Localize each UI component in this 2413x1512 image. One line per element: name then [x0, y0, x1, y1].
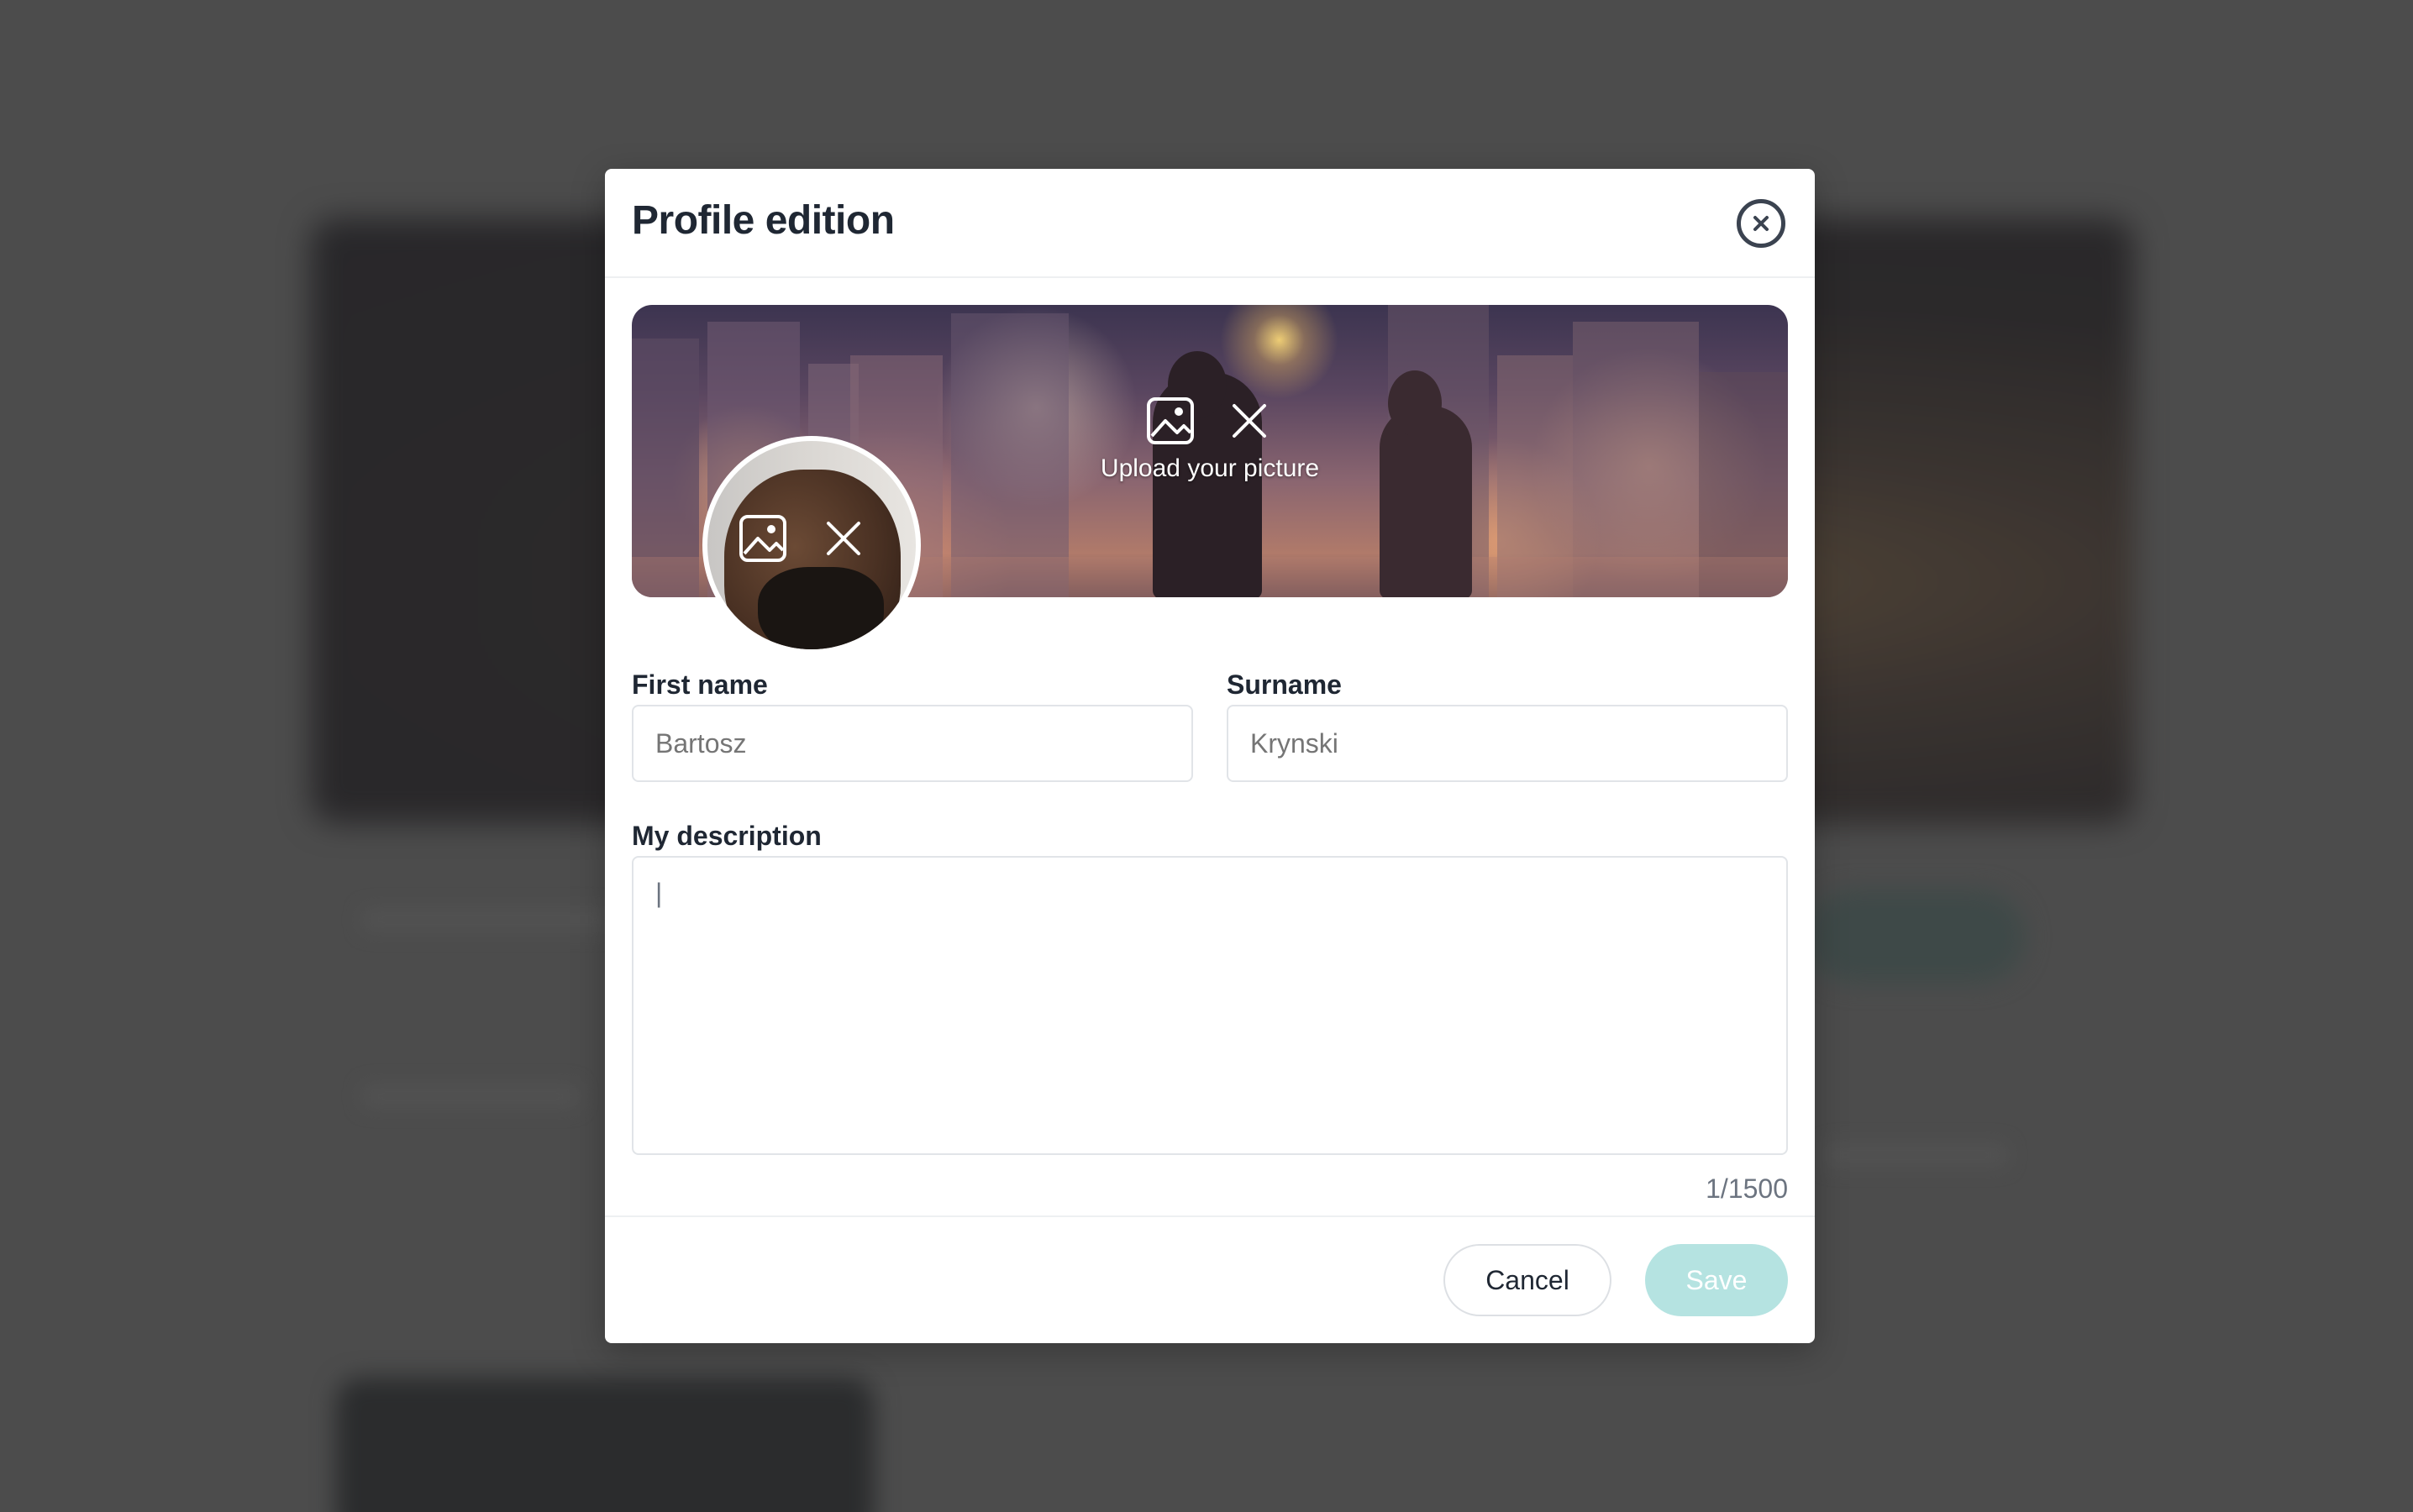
description-textarea[interactable]: |: [632, 856, 1788, 1155]
image-icon: [739, 515, 786, 562]
surname-input[interactable]: [1227, 705, 1788, 782]
close-icon: [1233, 404, 1266, 438]
modal-footer: Cancel Save: [605, 1215, 1815, 1343]
profile-edit-modal: Profile edition Upload your picture Firs…: [605, 169, 1815, 1343]
description-label: My description: [632, 821, 822, 851]
cover-image-person-head: [1388, 370, 1442, 436]
save-button[interactable]: Save: [1645, 1244, 1788, 1316]
close-modal-button[interactable]: [1737, 199, 1785, 248]
modal-title: Profile edition: [632, 198, 895, 243]
remove-cover-button[interactable]: [1224, 396, 1275, 446]
remove-avatar-button[interactable]: [818, 513, 869, 564]
upload-cover-caption: Upload your picture: [1100, 454, 1320, 482]
description-char-counter: 1/1500: [1706, 1173, 1788, 1204]
close-icon: [1753, 216, 1769, 231]
close-icon: [827, 522, 860, 555]
cover-image-controls: Upload your picture: [1100, 396, 1320, 483]
upload-cover-button[interactable]: [1145, 396, 1196, 446]
upload-avatar-button[interactable]: [738, 513, 788, 564]
image-icon: [1147, 397, 1194, 444]
cover-image-person: [1380, 406, 1472, 597]
surname-label: Surname: [1227, 669, 1342, 700]
avatar-controls: [738, 513, 869, 564]
avatar: [702, 436, 921, 654]
cancel-button[interactable]: Cancel: [1443, 1244, 1611, 1316]
first-name-input[interactable]: [632, 705, 1193, 782]
avatar-photo-beard: [758, 567, 884, 649]
first-name-label: First name: [632, 669, 768, 700]
modal-header: Profile edition: [605, 169, 1815, 278]
